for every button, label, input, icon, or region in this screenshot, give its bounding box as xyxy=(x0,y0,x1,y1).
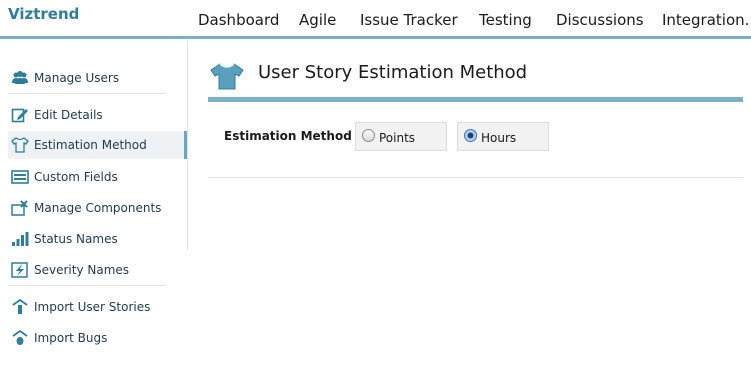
sidebar-item-label: Estimation Method xyxy=(34,138,147,152)
estimation-method-label: Estimation Method xyxy=(224,129,352,143)
points-radio-option[interactable]: Points xyxy=(355,122,447,151)
sidebar-border xyxy=(187,39,188,250)
title-divider xyxy=(208,97,743,102)
sidebar-item-import-bugs[interactable]: Import Bugs xyxy=(8,324,187,351)
sidebar-item-import-user-stories[interactable]: Import User Stories xyxy=(8,293,187,320)
lightning-icon xyxy=(11,262,28,278)
page-title: User Story Estimation Method xyxy=(258,62,528,83)
components-icon xyxy=(11,200,28,216)
sidebar-item-custom-fields[interactable]: Custom Fields xyxy=(8,163,187,190)
sidebar-divider xyxy=(8,93,166,94)
nav-agile[interactable]: Agile xyxy=(299,11,336,29)
nav-discussions[interactable]: Discussions xyxy=(556,11,644,29)
sidebar-item-status-names[interactable]: Status Names xyxy=(8,225,187,252)
sidebar-item-label: Import Bugs xyxy=(34,331,108,345)
sidebar-item-label: Custom Fields xyxy=(34,170,118,184)
points-radio[interactable] xyxy=(362,129,375,142)
hours-radio-option[interactable]: Hours xyxy=(457,122,549,151)
nav-integration[interactable]: Integration. xyxy=(662,11,749,29)
content-divider xyxy=(208,177,743,178)
tshirt-icon xyxy=(11,137,29,153)
tshirt-icon xyxy=(210,63,244,90)
sidebar-item-label: Status Names xyxy=(34,232,118,246)
sidebar-item-label: Manage Users xyxy=(34,71,120,85)
sidebar-divider xyxy=(8,285,166,286)
nav-testing[interactable]: Testing xyxy=(479,11,532,29)
brand-logo[interactable]: Viztrend xyxy=(8,5,79,23)
sidebar-item-estimation-method[interactable]: Estimation Method xyxy=(8,131,187,159)
import-icon xyxy=(12,299,28,314)
edit-icon xyxy=(11,108,28,123)
sidebar-item-label: Edit Details xyxy=(34,108,103,122)
points-radio-label: Points xyxy=(379,131,416,145)
users-icon xyxy=(12,71,28,84)
nav-dashboard[interactable]: Dashboard xyxy=(198,11,279,29)
hours-radio-label: Hours xyxy=(481,131,517,145)
sidebar-item-manage-components[interactable]: Manage Components xyxy=(8,194,187,221)
sidebar-item-label: Manage Components xyxy=(34,201,162,215)
sidebar-item-label: Severity Names xyxy=(34,263,130,277)
sidebar-item-edit-details[interactable]: Edit Details xyxy=(8,101,187,128)
sidebar-item-severity-names[interactable]: Severity Names xyxy=(8,256,187,283)
sidebar-item-label: Import User Stories xyxy=(34,300,151,314)
hours-radio[interactable] xyxy=(464,129,477,142)
nav-issue-tracker[interactable]: Issue Tracker xyxy=(360,11,458,29)
bars-icon xyxy=(12,232,29,246)
bug-import-icon xyxy=(12,330,28,345)
fields-icon xyxy=(11,170,29,184)
sidebar-item-manage-users[interactable]: Manage Users xyxy=(8,64,187,91)
